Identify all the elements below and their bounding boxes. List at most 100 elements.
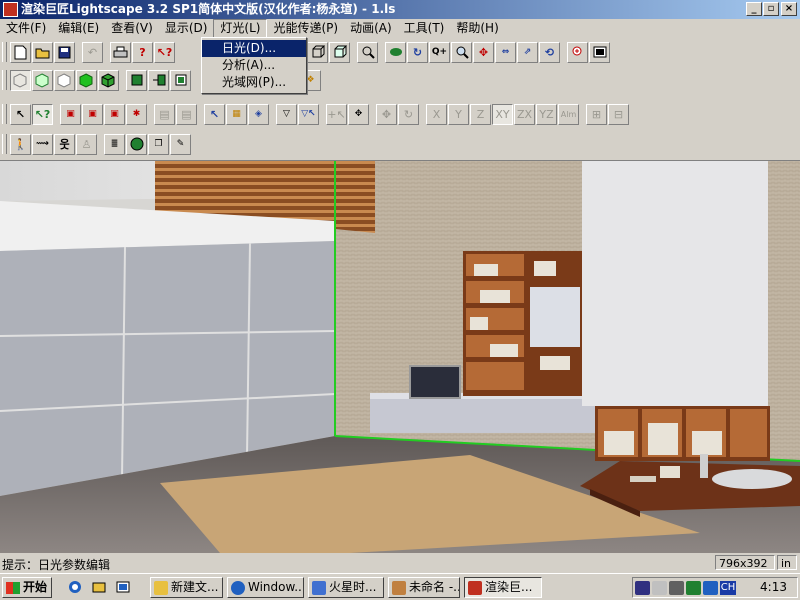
- menu-file[interactable]: 文件(F): [0, 19, 52, 38]
- pan-icon[interactable]: ✥: [473, 41, 494, 63]
- globe-icon[interactable]: [126, 133, 147, 155]
- help-icon[interactable]: ?: [132, 41, 153, 63]
- axis-xy-button[interactable]: XY: [492, 103, 513, 125]
- edit-tool-icon[interactable]: ✎: [170, 133, 191, 155]
- filter-icon[interactable]: ▽: [276, 103, 297, 125]
- render-view-icon[interactable]: [589, 41, 610, 63]
- walk-through-icon[interactable]: 🚶: [10, 133, 31, 155]
- stand-icon[interactable]: ♙: [76, 133, 97, 155]
- snap-icon[interactable]: ⊞: [586, 103, 607, 125]
- task-new-folder[interactable]: 新建文...: [150, 577, 223, 598]
- select-light-icon[interactable]: ✱: [126, 103, 147, 125]
- axis-zx-button[interactable]: ZX: [514, 103, 535, 125]
- menu-display[interactable]: 显示(D): [159, 19, 214, 38]
- menu-item-ies[interactable]: 光域网(P)...: [202, 74, 306, 91]
- task-mars[interactable]: 火星时...: [308, 577, 384, 598]
- clock[interactable]: 4:13: [760, 578, 787, 597]
- restore-button[interactable]: ▫: [763, 2, 779, 16]
- walk-icon[interactable]: ⇗: [517, 41, 538, 63]
- snap-grid-icon[interactable]: ⊟: [608, 103, 629, 125]
- move-icon[interactable]: +↖: [326, 103, 347, 125]
- task-lightscape[interactable]: 渲染巨...: [464, 577, 542, 598]
- swing-icon[interactable]: ⟲: [539, 41, 560, 63]
- tray-icon-blue[interactable]: [703, 580, 718, 595]
- open-folder-icon[interactable]: [32, 41, 53, 63]
- select-fill-icon[interactable]: ◈: [248, 103, 269, 125]
- toolbar-grip[interactable]: [2, 42, 7, 62]
- select-arrow-icon[interactable]: ↖: [10, 103, 31, 125]
- tray-app-icon[interactable]: [635, 580, 650, 595]
- select-block-icon[interactable]: ▣: [82, 103, 103, 125]
- block-library-icon[interactable]: ❐: [148, 133, 169, 155]
- menu-edit[interactable]: 编辑(E): [52, 19, 105, 38]
- task-untitled[interactable]: 未命名 -...: [388, 577, 460, 598]
- orbit-icon[interactable]: [385, 41, 406, 63]
- 3d-viewport[interactable]: [0, 160, 800, 553]
- menu-light[interactable]: 灯光(L): [213, 19, 268, 38]
- hidden-line-icon[interactable]: [32, 69, 53, 91]
- context-help-icon[interactable]: ↖?: [154, 41, 175, 63]
- zoom-all-icon[interactable]: [357, 41, 378, 63]
- paste-icon[interactable]: ▤: [176, 103, 197, 125]
- wireframe-box-icon[interactable]: [307, 41, 328, 63]
- person-icon[interactable]: 웃: [54, 133, 75, 155]
- outline-icon[interactable]: [54, 69, 75, 91]
- menu-help[interactable]: 帮助(H): [450, 19, 504, 38]
- rotate-cross-icon[interactable]: ↻: [398, 103, 419, 125]
- app-icon[interactable]: [3, 2, 18, 17]
- run-icon[interactable]: ⟿: [32, 133, 53, 155]
- undo-icon[interactable]: ↶: [82, 41, 103, 63]
- menu-animation[interactable]: 动画(A): [344, 19, 398, 38]
- tray-icon-green[interactable]: [686, 580, 701, 595]
- layer-arrow-icon[interactable]: [148, 69, 169, 91]
- save-icon[interactable]: [54, 41, 75, 63]
- menu-tools[interactable]: 工具(T): [398, 19, 451, 38]
- select-window-icon[interactable]: ▣: [104, 103, 125, 125]
- start-button[interactable]: 开始: [2, 577, 52, 598]
- pan-cross-icon[interactable]: ✥: [376, 103, 397, 125]
- solid-mode-icon[interactable]: [76, 69, 97, 91]
- select-all-icon[interactable]: ▦: [226, 103, 247, 125]
- layers-stack-icon[interactable]: ≣: [104, 133, 125, 155]
- select-cursor-icon[interactable]: ↖: [204, 103, 225, 125]
- toolbar-grip[interactable]: [2, 70, 7, 90]
- material-icon[interactable]: [170, 69, 191, 91]
- axis-y-button[interactable]: Y: [448, 103, 469, 125]
- menu-radiosity[interactable]: 光能传递(P): [267, 19, 344, 38]
- select-query-icon[interactable]: ↖?: [32, 103, 53, 125]
- zoom-window-icon[interactable]: Q+: [429, 41, 450, 63]
- start-label: 开始: [23, 580, 48, 594]
- solid-box-icon[interactable]: [329, 41, 350, 63]
- filter-select-icon[interactable]: ▽↖: [298, 103, 319, 125]
- ie-icon[interactable]: [66, 578, 84, 596]
- volume-icon[interactable]: [652, 580, 667, 595]
- wireframe-mode-icon[interactable]: [10, 69, 31, 91]
- minimize-button[interactable]: _: [746, 2, 762, 16]
- toolbar-grip[interactable]: [2, 104, 7, 124]
- toolbar-grip[interactable]: [2, 134, 7, 154]
- task-windows[interactable]: Window...: [227, 577, 304, 598]
- axis-yz-button[interactable]: YZ: [536, 103, 557, 125]
- select-surface-icon[interactable]: ▣: [60, 103, 81, 125]
- menu-item-analysis[interactable]: 分析(A)...: [202, 57, 306, 74]
- print-icon[interactable]: [110, 41, 131, 63]
- input-language-indicator[interactable]: CH: [720, 580, 736, 595]
- align-button[interactable]: Alm: [558, 103, 579, 125]
- dolly-icon[interactable]: ⇔: [495, 41, 516, 63]
- explorer-icon[interactable]: [90, 578, 108, 596]
- network-icon[interactable]: [669, 580, 684, 595]
- menu-view[interactable]: 查看(V): [105, 19, 159, 38]
- menu-item-daylight[interactable]: 日光(D)...: [202, 40, 306, 57]
- new-file-icon[interactable]: [10, 41, 31, 63]
- axis-x-button[interactable]: X: [426, 103, 447, 125]
- shaded-mode-icon[interactable]: [98, 69, 119, 91]
- axis-z-button[interactable]: Z: [470, 103, 491, 125]
- zoom-in-icon[interactable]: [567, 41, 588, 63]
- close-button[interactable]: ×: [781, 2, 797, 16]
- layer-icon[interactable]: [126, 69, 147, 91]
- move-block-icon[interactable]: ✥: [348, 103, 369, 125]
- rotate-icon[interactable]: ↻: [407, 41, 428, 63]
- copy-icon[interactable]: ▤: [154, 103, 175, 125]
- zoom-icon[interactable]: [451, 41, 472, 63]
- show-desktop-icon[interactable]: [114, 578, 132, 596]
